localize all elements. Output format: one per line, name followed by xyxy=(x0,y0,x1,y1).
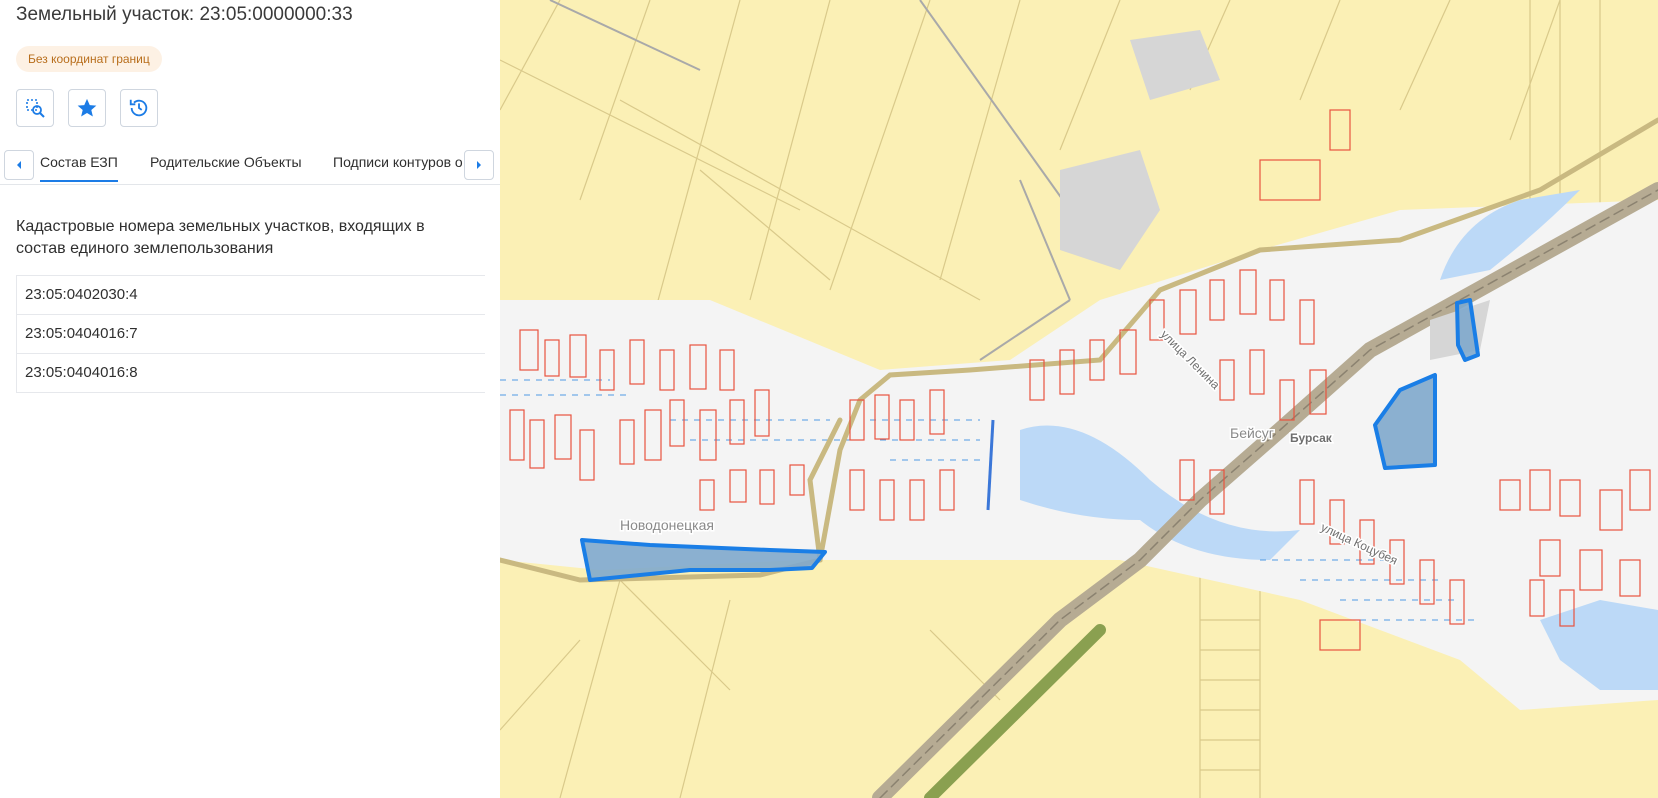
list-item[interactable]: 23:05:0404016:8 xyxy=(17,354,485,392)
station-label-bursak: Бурсак xyxy=(1290,431,1333,445)
village-label-beysug: Бейсуг xyxy=(1230,425,1274,441)
parcel-list: 23:05:0402030:4 23:05:0404016:7 23:05:04… xyxy=(16,275,485,393)
select-area-search-icon xyxy=(26,99,45,118)
list-item[interactable]: 23:05:0402030:4 xyxy=(17,276,485,315)
list-item[interactable]: 23:05:0404016:7 xyxy=(17,315,485,354)
info-panel: Земельный участок: 23:05:0000000:33 Без … xyxy=(0,0,500,798)
tabs-scroll-right-button[interactable] xyxy=(464,150,494,180)
favorite-button[interactable] xyxy=(68,89,106,127)
status-badge: Без координат границ xyxy=(16,46,162,72)
page-title: Земельный участок: 23:05:0000000:33 xyxy=(16,4,353,25)
chevron-right-icon xyxy=(477,161,481,169)
section-title: Кадастровые номера земельных участков, в… xyxy=(16,218,425,257)
history-button[interactable] xyxy=(120,89,158,127)
tab-bar: Состав ЕЗП Родительские Объекты Подписи … xyxy=(0,146,500,185)
tab-contour-captions[interactable]: Подписи контуров о xyxy=(333,154,463,170)
tab-parent-objects[interactable]: Родительские Объекты xyxy=(150,154,302,170)
tabs-scroll-left-button[interactable] xyxy=(4,150,34,180)
chevron-left-icon xyxy=(17,161,21,169)
select-area-search-button[interactable] xyxy=(16,89,54,127)
village-label-novodonetskaya: Новодонецкая xyxy=(620,517,714,533)
star-icon xyxy=(77,98,97,117)
map-view[interactable]: Новодонецкая Бейсуг Бурсак улица Ленина … xyxy=(500,0,1658,798)
history-icon xyxy=(129,99,148,117)
tab-sostav-ezp[interactable]: Состав ЕЗП xyxy=(40,154,118,182)
